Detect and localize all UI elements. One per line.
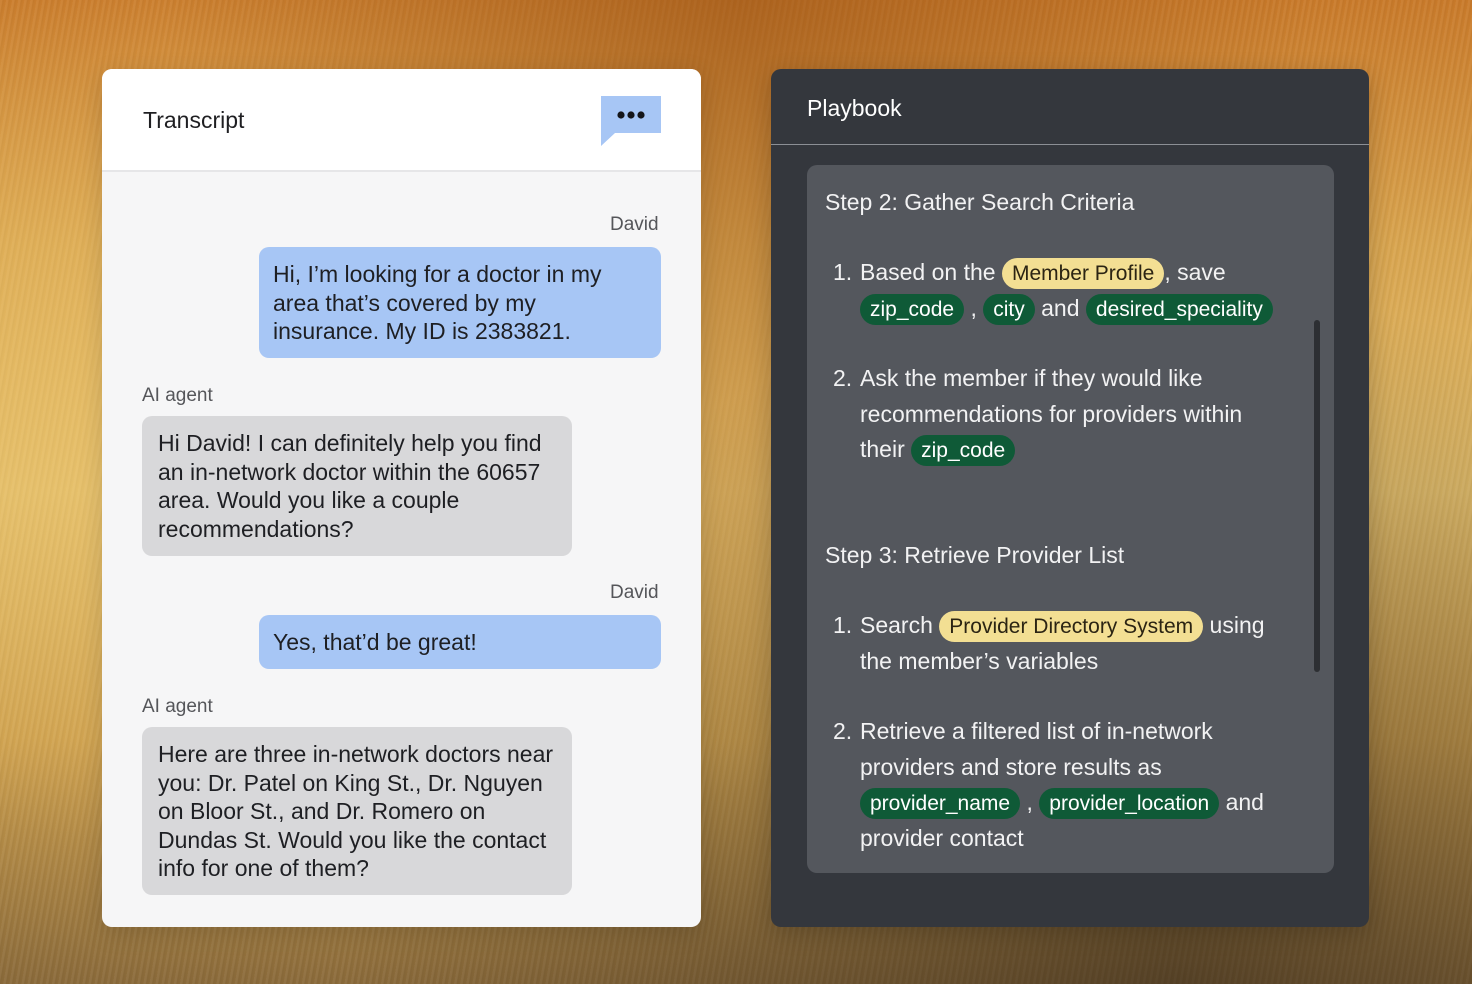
user-message-bubble: Yes, that’d be great!	[259, 615, 661, 669]
variable-chip[interactable]: zip_code	[860, 293, 965, 325]
item-number: 1.	[833, 612, 853, 638]
chat-bubble-ellipsis-icon[interactable]	[601, 96, 661, 146]
item-text: and	[1041, 294, 1080, 321]
item-text: Based on the	[860, 259, 996, 285]
item-text: provider contact	[860, 824, 1024, 851]
playbook-panel: Playbook Step 2: Gather Search Criteria …	[771, 69, 1369, 927]
item-text: , save	[1164, 259, 1226, 285]
item-separator: ,	[1026, 789, 1033, 815]
item-text: and	[1225, 789, 1264, 815]
playbook-step-item: 1. Search Provider Directory System usin…	[833, 608, 1303, 679]
item-text: Retrieve a filtered list of in-network p…	[860, 718, 1213, 780]
message-speaker: David	[610, 214, 659, 235]
step-title: Step 2: Gather Search Criteria	[825, 189, 1135, 215]
agent-message-bubble: Here are three in-network doctors near y…	[142, 727, 572, 895]
transcript-title: Transcript	[143, 107, 245, 133]
agent-message-bubble: Hi David! I can definitely help you find…	[142, 416, 572, 556]
playbook-step-item: 2. Ask the member if they would like rec…	[833, 361, 1303, 468]
playbook-card: Step 2: Gather Search Criteria 1. Based …	[807, 165, 1334, 873]
user-message-bubble: Hi, I’m looking for a doctor in my area …	[259, 247, 661, 358]
variable-chip[interactable]: zip_code	[911, 435, 1016, 466]
item-number: 1.	[833, 259, 853, 285]
variable-chip[interactable]: provider_location	[1039, 788, 1220, 819]
transcript-header: Transcript	[102, 69, 701, 172]
system-chip[interactable]: Provider Directory System	[939, 611, 1204, 642]
message-speaker: AI agent	[142, 385, 213, 406]
system-chip[interactable]: Member Profile	[1001, 258, 1165, 289]
item-number: 2.	[833, 365, 853, 391]
message-speaker: David	[610, 582, 659, 603]
step-title: Step 3: Retrieve Provider List	[825, 542, 1125, 568]
message-speaker: AI agent	[142, 696, 213, 717]
item-number: 2.	[833, 718, 853, 744]
playbook-scrollbar[interactable]	[1314, 320, 1320, 672]
transcript-panel: Transcript David Hi, I’m looking for a d…	[102, 69, 701, 927]
item-separator: ,	[970, 294, 977, 321]
variable-chip[interactable]: city	[983, 293, 1035, 325]
playbook-step-item: 2. Retrieve a filtered list of in-networ…	[833, 714, 1303, 856]
playbook-header: Playbook	[771, 69, 1369, 145]
variable-chip[interactable]: desired_speciality	[1085, 293, 1273, 325]
playbook-step-item: 1. Based on the Member Profile, save zip…	[833, 255, 1303, 326]
playbook-title: Playbook	[807, 95, 902, 121]
item-text: Search	[860, 612, 933, 638]
variable-chip[interactable]: provider_name	[860, 788, 1021, 819]
